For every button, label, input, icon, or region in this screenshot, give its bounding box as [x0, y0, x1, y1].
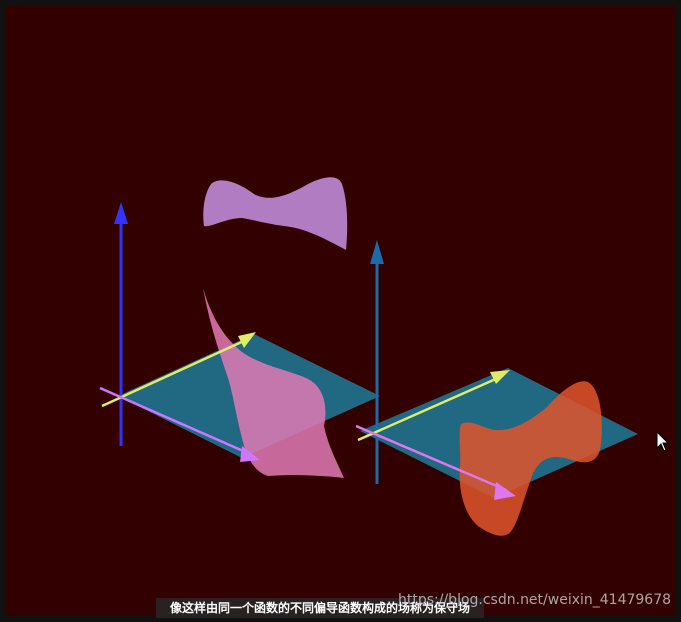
right-plot — [355, 240, 638, 536]
mouse-pointer-icon — [656, 431, 670, 452]
video-viewport[interactable] — [6, 6, 675, 616]
3d-scene — [99, 177, 638, 536]
left-plot — [99, 177, 380, 478]
right-z-arrowhead-icon — [370, 240, 384, 264]
left-z-arrowhead-icon — [114, 202, 128, 224]
watermark-text: https://blog.csdn.net/weixin_41479678 — [398, 592, 672, 608]
floating-surface — [203, 177, 348, 250]
video-frame: 像这样由同一个函数的不同偏导函数构成的场称为保守场 https://blog.c… — [0, 0, 681, 622]
